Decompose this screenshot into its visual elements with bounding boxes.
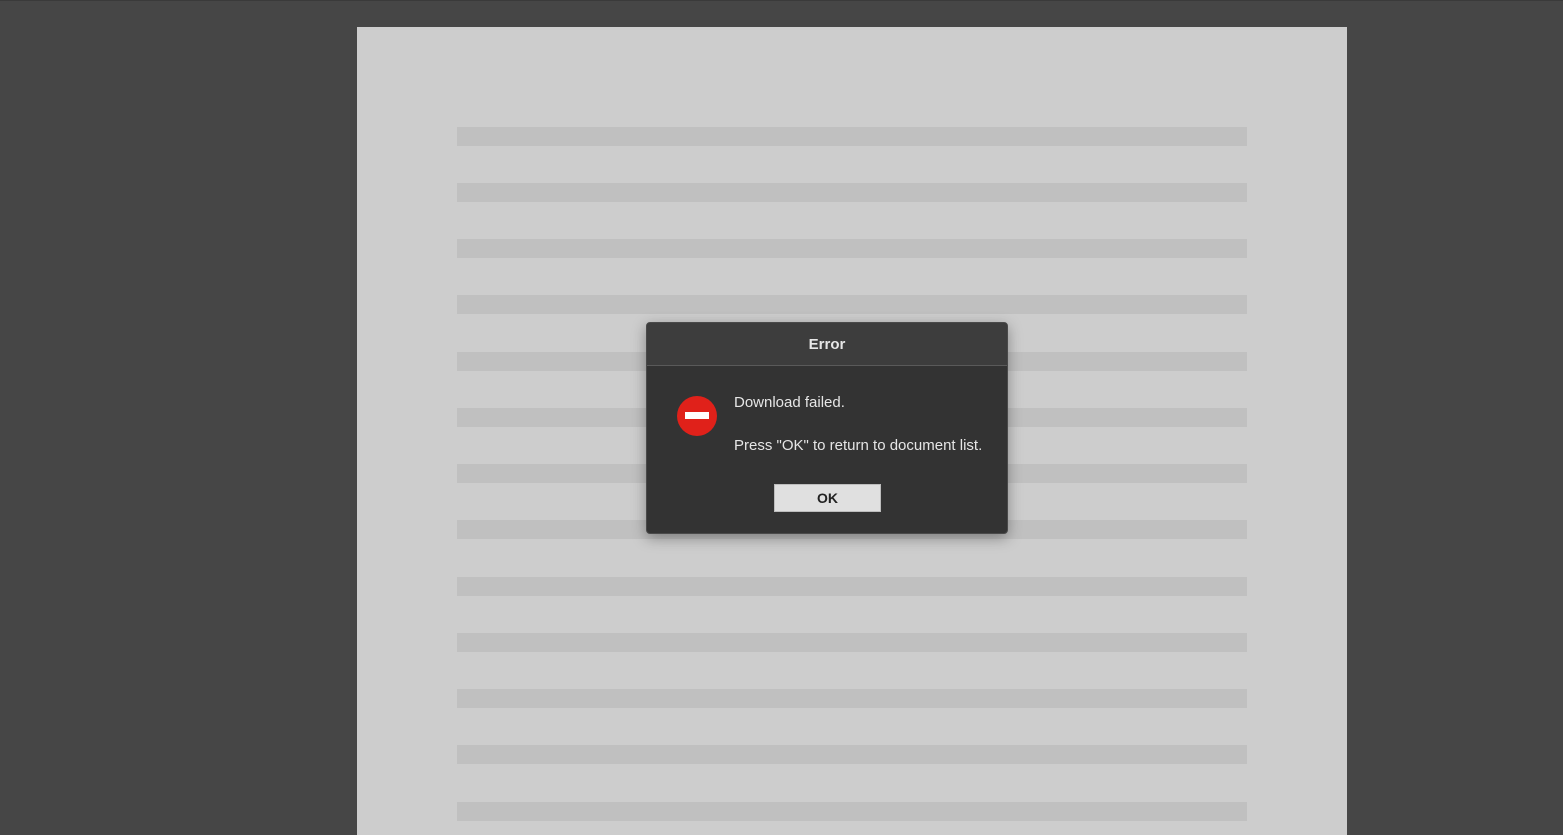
dialog-title: Error <box>808 335 846 353</box>
document-viewer: Error Download failed. Press "OK" to ret… <box>0 0 1563 835</box>
dialog-header: Error <box>647 323 1007 366</box>
placeholder-line <box>457 239 1247 258</box>
error-stop-icon <box>677 396 717 436</box>
placeholder-line <box>457 183 1247 202</box>
placeholder-line <box>457 802 1247 821</box>
placeholder-line <box>457 633 1247 652</box>
placeholder-line <box>457 127 1247 146</box>
error-message: Download failed. <box>734 394 845 411</box>
error-dialog: Error Download failed. Press "OK" to ret… <box>646 322 1008 534</box>
placeholder-line <box>457 689 1247 708</box>
dialog-body: Download failed. Press "OK" to return to… <box>647 366 1007 533</box>
error-detail: Press "OK" to return to document list. <box>734 437 983 454</box>
placeholder-line <box>457 577 1247 596</box>
ok-button[interactable]: OK <box>774 484 881 512</box>
placeholder-line <box>457 295 1247 314</box>
placeholder-line <box>457 745 1247 764</box>
